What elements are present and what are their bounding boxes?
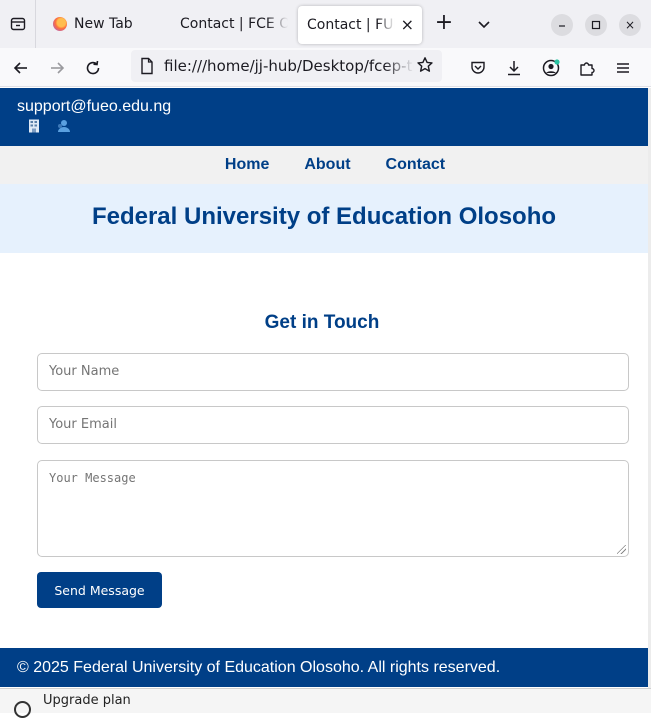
window-close-button[interactable]: ×: [619, 14, 641, 36]
chevron-down-icon[interactable]: [474, 14, 494, 34]
message-textarea[interactable]: Your Message: [37, 460, 629, 557]
tab-contact-fce[interactable]: Contact | FCE Olosoho: [168, 4, 294, 44]
support-email[interactable]: support@fueo.edu.ng: [17, 98, 171, 116]
tab-list-icon: [10, 17, 25, 31]
send-message-button[interactable]: Send Message: [37, 572, 162, 608]
site-topbar: support@fueo.edu.ng: [0, 88, 648, 146]
nav-about-link[interactable]: About: [304, 156, 350, 174]
upgrade-icon: [14, 701, 31, 718]
tab-contact-fueo[interactable]: Contact | FUEO ×: [298, 6, 422, 44]
firefox-icon: [53, 17, 67, 31]
tab-strip: New Tab Contact | FCE Olosoho Contact | …: [0, 0, 651, 48]
building-icon: [29, 119, 39, 133]
nav-home-link[interactable]: Home: [225, 156, 269, 174]
extensions-icon[interactable]: [574, 55, 600, 81]
pocket-icon[interactable]: [465, 55, 491, 81]
tab-title: New Tab: [74, 16, 133, 32]
underlay-strip: Upgrade plan: [0, 688, 651, 718]
page-icon: [141, 57, 153, 75]
name-placeholder: Your Name: [49, 364, 120, 379]
tab-list-button[interactable]: [0, 0, 36, 48]
reload-icon[interactable]: [80, 55, 106, 81]
minimize-icon[interactable]: [551, 14, 573, 36]
web-page: support@fueo.edu.ng Home About Contact F…: [0, 88, 648, 688]
nav-contact-link[interactable]: Contact: [386, 156, 446, 174]
message-placeholder: Your Message: [49, 471, 136, 485]
nav-toolbar: file:///home/jj-hub/Desktop/fcep-temp/co…: [0, 48, 651, 87]
url-bar[interactable]: file:///home/jj-hub/Desktop/fcep-temp/co…: [131, 50, 442, 82]
contact-heading: Get in Touch: [264, 312, 380, 333]
page-title: Federal University of Education Olosoho: [91, 203, 557, 230]
email-placeholder: Your Email: [49, 417, 117, 432]
upgrade-plan-label[interactable]: Upgrade plan: [43, 693, 131, 708]
tab-title: Contact | FUEO: [307, 17, 395, 33]
hero-banner: Federal University of Education Olosoho: [0, 184, 648, 253]
forward-icon[interactable]: [44, 55, 70, 81]
maximize-icon[interactable]: [585, 14, 607, 36]
download-icon[interactable]: [501, 55, 527, 81]
name-input[interactable]: Your Name: [37, 353, 629, 391]
url-text: file:///home/jj-hub/Desktop/fcep-temp/co…: [164, 57, 414, 75]
star-icon[interactable]: [416, 56, 434, 74]
close-icon[interactable]: ×: [401, 17, 414, 33]
topbar-icons: [28, 119, 70, 133]
user-icon: [58, 120, 70, 132]
tab-new-tab[interactable]: New Tab: [44, 4, 164, 44]
site-footer: © 2025 Federal University of Education O…: [0, 648, 648, 687]
account-icon[interactable]: [538, 55, 564, 81]
back-icon[interactable]: [8, 55, 34, 81]
main-nav: Home About Contact: [0, 146, 648, 184]
resize-handle-icon[interactable]: [617, 545, 626, 554]
menu-icon[interactable]: [610, 55, 636, 81]
close-icon: ×: [624, 18, 636, 32]
tab-title: Contact | FCE Olosoho: [180, 16, 288, 32]
plus-icon[interactable]: +: [432, 12, 456, 36]
email-input[interactable]: Your Email: [37, 406, 629, 444]
